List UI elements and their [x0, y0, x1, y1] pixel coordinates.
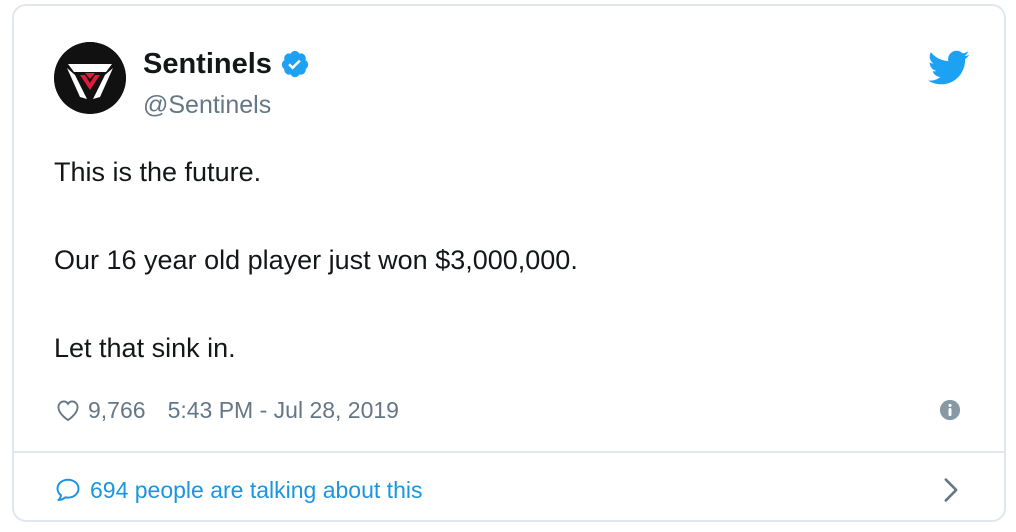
- conversation-label: 694 people are talking about this: [90, 476, 423, 503]
- conversation-link[interactable]: 694 people are talking about this: [54, 470, 422, 510]
- tweet-timestamp[interactable]: 5:43 PM - Jul 28, 2019: [168, 397, 399, 424]
- like-count[interactable]: 9,766: [88, 397, 146, 424]
- info-icon[interactable]: [939, 399, 961, 421]
- sentinels-logo-icon: [54, 42, 126, 114]
- author-display-name[interactable]: Sentinels: [143, 46, 310, 82]
- tweet-line: This is the future.: [54, 157, 262, 187]
- chevron-right-icon[interactable]: [940, 477, 962, 503]
- tweet-meta: 9,766 5:43 PM - Jul 28, 2019: [54, 392, 399, 428]
- heart-icon[interactable]: [54, 396, 82, 424]
- tweet-text: This is the future. Our 16 year old play…: [54, 152, 954, 368]
- verified-badge-icon: [281, 50, 309, 78]
- author-handle[interactable]: @Sentinels: [143, 89, 271, 121]
- display-name-text: Sentinels: [143, 48, 272, 80]
- tweet-line: Let that sink in.: [54, 333, 236, 363]
- speech-bubble-icon: [56, 478, 80, 502]
- tweet-card: Sentinels @Sentinels This is the future.…: [12, 4, 1006, 522]
- tweet-line: Our 16 year old player just won $3,000,0…: [54, 245, 578, 275]
- twitter-bird-icon[interactable]: [928, 50, 970, 86]
- divider: [14, 451, 1004, 453]
- avatar[interactable]: [54, 42, 126, 114]
